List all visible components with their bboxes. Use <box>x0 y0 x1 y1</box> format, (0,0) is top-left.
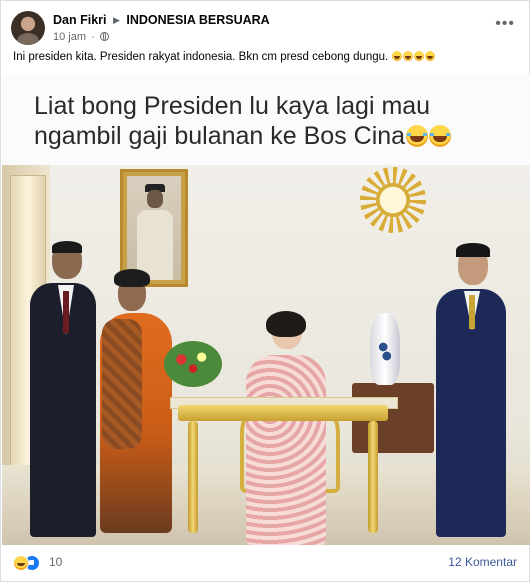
sunburst-mirror <box>360 167 426 233</box>
hair <box>266 311 306 337</box>
flower-arrangement <box>164 341 222 387</box>
post-image[interactable]: Liat bong Presiden lu kaya lagi mau ngam… <box>2 75 530 545</box>
post-footer: 10 12 Komentar <box>1 545 529 581</box>
avatar[interactable] <box>11 11 45 45</box>
laughing-emoji-icon <box>406 125 429 147</box>
post-caption: Ini presiden kita. Presiden rakyat indon… <box>13 51 436 63</box>
post-meta: 10 jam · <box>53 31 109 43</box>
laughing-emoji-icon <box>425 51 436 61</box>
post-header: Dan Fikri ▶ INDONESIA BERSUARA 10 jam · … <box>11 9 519 49</box>
laughing-emoji-icon <box>403 51 414 61</box>
post-time[interactable]: 10 jam <box>53 31 86 43</box>
laughing-emoji-icon <box>429 125 452 147</box>
post-card: Dan Fikri ▶ INDONESIA BERSUARA 10 jam · … <box>0 0 530 582</box>
vase-pattern <box>376 335 394 365</box>
caret-right-icon: ▶ <box>112 15 120 25</box>
desk-leg <box>368 421 378 533</box>
reaction-count[interactable]: 10 <box>49 555 62 569</box>
hair <box>114 269 150 287</box>
meme-caption: Liat bong Presiden lu kaya lagi mau ngam… <box>34 91 514 151</box>
tie <box>469 295 475 329</box>
photo-scene <box>2 165 530 545</box>
haha-reaction-icon <box>13 555 29 571</box>
meme-line-1: Liat bong Presiden lu kaya lagi mau <box>34 92 431 120</box>
comments-link[interactable]: 12 Komentar <box>448 555 517 569</box>
laughing-emoji-icon <box>414 51 425 61</box>
laughing-emoji-icon <box>392 51 403 61</box>
more-options-icon[interactable]: ••• <box>495 15 515 33</box>
caption-text: Ini presiden kita. Presiden rakyat indon… <box>13 51 389 63</box>
woman-seated <box>246 355 326 545</box>
meme-line-2: ngambil gaji bulanan ke Bos Cina <box>34 122 406 150</box>
globe-icon <box>99 32 109 41</box>
tie <box>63 291 69 333</box>
hair <box>52 241 82 253</box>
meta-separator: · <box>91 31 95 43</box>
group-name[interactable]: INDONESIA BERSUARA <box>126 13 269 27</box>
gold-desk <box>178 405 388 421</box>
author-name[interactable]: Dan Fikri <box>53 13 107 27</box>
hair <box>456 243 490 257</box>
desk-leg <box>188 421 198 533</box>
post-author-line: Dan Fikri ▶ INDONESIA BERSUARA <box>53 13 270 27</box>
reactions[interactable] <box>13 555 43 571</box>
batik-scarf <box>102 319 142 449</box>
